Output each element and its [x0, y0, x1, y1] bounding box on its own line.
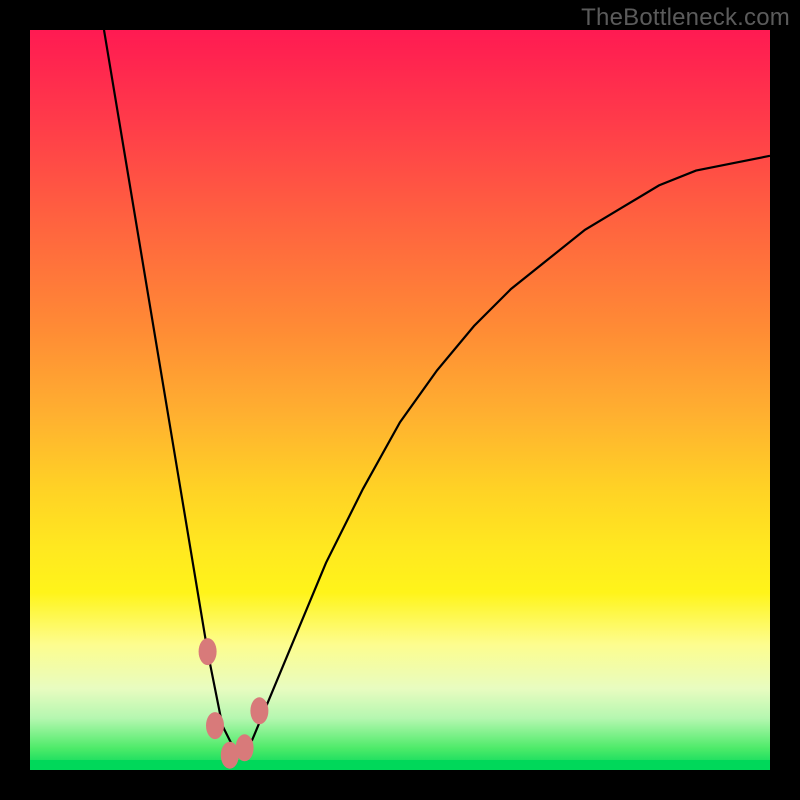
- marker-dot: [236, 734, 254, 761]
- marker-dot: [199, 638, 217, 665]
- marker-group: [199, 638, 269, 769]
- watermark-text: TheBottleneck.com: [581, 4, 790, 32]
- chart-frame: TheBottleneck.com: [0, 0, 800, 800]
- marker-dot: [206, 712, 224, 739]
- marker-layer: [30, 30, 770, 770]
- marker-dot: [250, 697, 268, 724]
- plot-area: [30, 30, 770, 770]
